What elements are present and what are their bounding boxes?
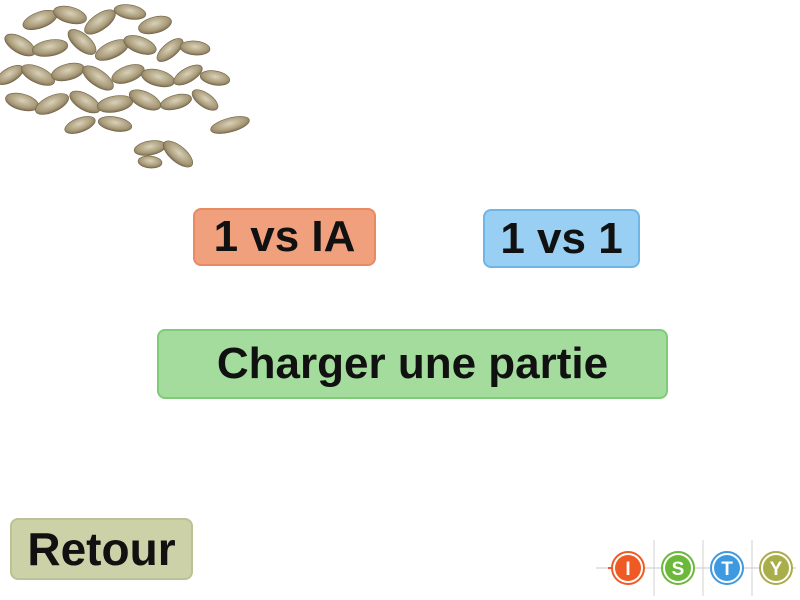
- logo-letter-t: T: [721, 559, 733, 580]
- logo-letter-i: I: [625, 559, 630, 580]
- load-game-button[interactable]: Charger une partie: [157, 329, 668, 399]
- vs-player-button[interactable]: 1 vs 1: [483, 209, 640, 268]
- game-menu-screen: 1 vs IA 1 vs 1 Charger une partie Retour…: [0, 0, 800, 600]
- vs-ai-button[interactable]: 1 vs IA: [193, 208, 376, 266]
- logo-letter-y: Y: [770, 559, 783, 580]
- back-button[interactable]: Retour: [10, 518, 193, 580]
- logo-letter-s: S: [672, 559, 685, 580]
- sunflower-seeds-image: [0, 4, 250, 169]
- isty-logo: ISTY: [596, 540, 796, 596]
